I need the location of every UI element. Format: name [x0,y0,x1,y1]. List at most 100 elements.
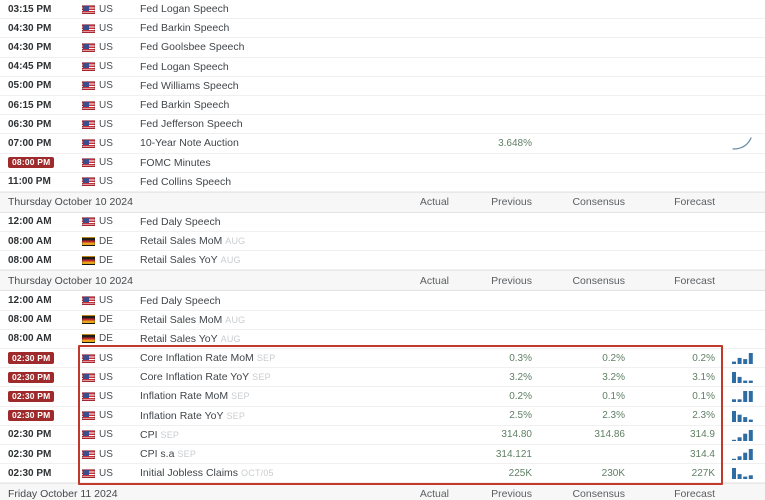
chart-placeholder[interactable] [723,19,765,37]
chart-placeholder[interactable] [723,232,765,250]
chart-placeholder[interactable] [723,311,765,329]
event-name-cell[interactable]: Retail Sales MoM AUG [136,235,372,247]
event-row[interactable]: 11:00 PM US Fed Collins Speech [0,172,765,192]
event-name-cell[interactable]: Fed Daly Speech [136,216,372,228]
event-name-cell[interactable]: Inflation Rate YoY SEP [136,410,372,422]
chart-placeholder[interactable] [723,291,765,309]
event-time-text: 05:00 PM [8,80,52,92]
event-row[interactable]: 04:45 PM US Fed Logan Speech [0,57,765,77]
chart-placeholder[interactable] [723,213,765,231]
chart-placeholder[interactable] [723,173,765,191]
event-forecast-value: 0.2% [692,352,715,364]
event-time-cell: 02:30 PM [0,429,78,440]
event-name-cell[interactable]: Fed Logan Speech [136,61,372,73]
country-code-label: US [99,467,113,479]
event-row[interactable]: 04:30 PM US Fed Barkin Speech [0,19,765,39]
event-row[interactable]: 07:00 PM US 10-Year Note Auction 3.648% [0,134,765,154]
event-row[interactable]: 02:30 PM US Core Inflation Rate MoM SEP 0.3%… [0,349,765,369]
chart-placeholder[interactable] [723,0,765,18]
event-row[interactable]: 06:30 PM US Fed Jefferson Speech [0,115,765,135]
event-time-text: 04:30 PM [8,22,52,34]
event-consensus-value: 0.2% [602,352,625,364]
calendar-rows: 03:15 PM US Fed Logan Speech 04:30 PM US Fed … [0,0,765,500]
date-header-row: Thursday October 10 2024 Actual Previous Co… [0,270,765,292]
event-name-label: Retail Sales YoY [140,332,218,345]
bar-chart-icon[interactable] [723,349,765,367]
event-time-text: 08:00 AM [8,235,52,247]
event-time-cell: 11:00 PM [0,176,78,187]
column-header-previous: Previous [491,274,532,287]
event-country-cell: US [78,119,136,130]
chart-placeholder[interactable] [723,115,765,133]
event-time-cell: 02:30 PM [0,390,78,403]
date-header-label: Thursday October 10 2024 [8,274,133,287]
event-row[interactable]: 08:00 PM US FOMC Minutes [0,153,765,173]
event-time-text: 08:00 AM [8,254,52,266]
bar-chart-icon[interactable] [723,368,765,386]
event-time-badge: 02:30 PM [8,371,55,384]
line-chart-icon[interactable] [723,134,765,152]
event-row[interactable]: 02:30 PM US Core Inflation Rate YoY SEP 3.2%… [0,368,765,388]
chart-placeholder[interactable] [723,251,765,269]
event-name-cell[interactable]: Retail Sales MoM AUG [136,314,372,326]
event-name-cell[interactable]: Core Inflation Rate MoM SEP [136,352,372,364]
event-name-cell[interactable]: Fed Logan Speech [136,3,372,15]
event-name-cell[interactable]: Fed Goolsbee Speech [136,41,372,53]
event-country-cell: US [78,23,136,34]
chart-placeholder[interactable] [723,96,765,114]
event-name-cell[interactable]: Fed Barkin Speech [136,22,372,34]
event-name-cell[interactable]: Inflation Rate MoM SEP [136,390,372,402]
event-name-label: Core Inflation Rate YoY [140,371,250,384]
event-name-cell[interactable]: Fed Williams Speech [136,80,372,92]
event-name-cell[interactable]: CPI s.a SEP [136,448,372,460]
event-name-cell[interactable]: 10-Year Note Auction [136,137,372,149]
event-row[interactable]: 02:30 PM US Inflation Rate MoM SEP 0.2% 0.1% 0… [0,387,765,407]
chart-placeholder[interactable] [723,154,765,172]
chart-placeholder[interactable] [723,77,765,95]
us-flag-icon [82,138,95,148]
economic-calendar: 03:15 PM US Fed Logan Speech 04:30 PM US Fed … [0,0,765,500]
event-row[interactable]: 12:00 AM US Fed Daly Speech [0,212,765,233]
event-name-cell[interactable]: Fed Daly Speech [136,295,372,307]
chart-placeholder[interactable] [723,38,765,56]
event-name-cell[interactable]: Fed Collins Speech [136,176,372,188]
bar-chart-icon[interactable] [723,407,765,425]
event-name-cell[interactable]: Fed Barkin Speech [136,99,372,111]
bar-chart-icon[interactable] [723,445,765,463]
chart-column-spacer [723,484,765,500]
event-period-label: SEP [231,391,250,402]
event-name-cell[interactable]: Retail Sales YoY AUG [136,254,372,266]
event-row[interactable]: 02:30 PM US Inflation Rate YoY SEP 2.5% 2.3% 2… [0,406,765,426]
event-row[interactable]: 06:15 PM US Fed Barkin Speech [0,95,765,116]
event-country-cell: US [78,157,136,168]
event-row[interactable]: 05:00 PM US Fed Williams Speech [0,76,765,96]
event-row[interactable]: 02:30 PM US CPI s.a SEP 314.121 314.4 [0,444,765,465]
event-name-cell[interactable]: Retail Sales YoY AUG [136,333,372,345]
us-flag-icon [82,430,95,440]
bar-chart-icon[interactable] [723,464,765,482]
bar-chart-icon[interactable] [723,426,765,444]
event-name-cell[interactable]: Core Inflation Rate YoY SEP [136,371,372,383]
us-flag-icon [82,81,95,91]
event-row[interactable]: 03:15 PM US Fed Logan Speech [0,0,765,20]
event-name-cell[interactable]: Initial Jobless Claims OCT/05 [136,467,372,479]
event-name-cell[interactable]: FOMC Minutes [136,157,372,169]
event-row[interactable]: 04:30 PM US Fed Goolsbee Speech [0,38,765,58]
event-row[interactable]: 02:30 PM US CPI SEP 314.80 314.86 314.9 [0,425,765,445]
event-consensus-value: 2.3% [602,410,625,422]
bar-chart-icon[interactable] [723,387,765,405]
event-row[interactable]: 02:30 PM US Initial Jobless Claims OCT/05 22… [0,464,765,484]
chart-placeholder[interactable] [723,58,765,76]
event-name-cell[interactable]: Fed Jefferson Speech [136,118,372,130]
event-period-label: SEP [256,353,276,364]
event-name-cell[interactable]: CPI SEP [136,429,372,441]
event-time-cell: 02:30 PM [0,352,78,364]
event-time-text: 06:30 PM [8,118,52,130]
event-row[interactable]: 08:00 AM DE Retail Sales MoM AUG [0,310,765,330]
chart-placeholder[interactable] [723,330,765,348]
event-row[interactable]: 08:00 AM DE Retail Sales MoM AUG [0,232,765,252]
event-row[interactable]: 12:00 AM US Fed Daly Speech [0,291,765,311]
event-row[interactable]: 08:00 AM DE Retail Sales YoY AUG [0,329,765,349]
event-row[interactable]: 08:00 AM DE Retail Sales YoY AUG [0,251,765,271]
country-code-label: US [99,176,113,188]
